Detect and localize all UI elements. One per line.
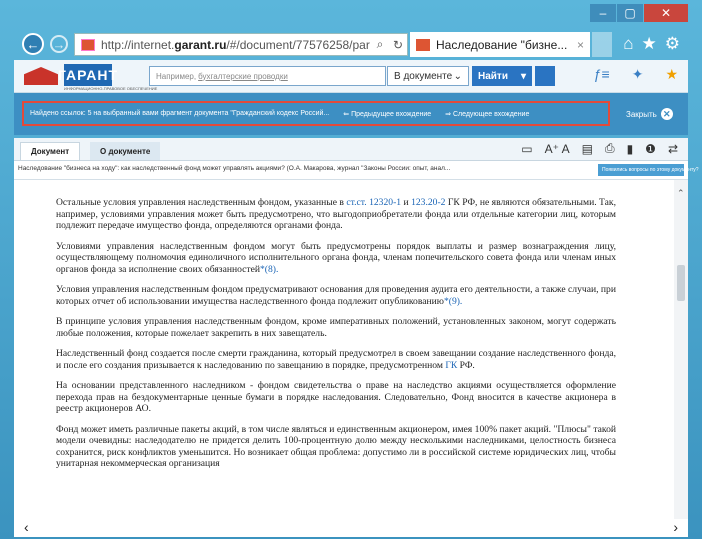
scrollbar-thumb[interactable] bbox=[677, 265, 685, 301]
print-icon[interactable]: ⎙ bbox=[605, 141, 615, 156]
dropdown-arrow-icon: ▾ bbox=[520, 70, 526, 82]
close-label: Закрыть bbox=[626, 109, 657, 119]
maximize-icon[interactable]: ▢ bbox=[617, 4, 643, 22]
article-link[interactable]: ст.ст. 12320-1 bbox=[346, 197, 401, 208]
gear-icon[interactable]: ⚙ bbox=[665, 34, 680, 54]
tab-document[interactable]: Документ bbox=[20, 142, 81, 160]
formula-icon[interactable]: ƒ≡ bbox=[594, 66, 610, 83]
found-links-message[interactable]: Найдено ссылок: 5 на выбранный вами фраг… bbox=[30, 110, 329, 117]
paragraph: Условия управления наследственным фондом… bbox=[56, 284, 616, 307]
paragraph: Условиями управления наследственным фонд… bbox=[56, 241, 616, 276]
garant-logo[interactable]: ГАРАНТ ИНФОРМАЦИОННО-ПРАВОВОЕ ОБЕСПЕЧЕНИ… bbox=[24, 64, 157, 91]
search-scope-select[interactable]: В документе ⌄ bbox=[387, 66, 469, 86]
bookmark-icon[interactable]: ▮ bbox=[627, 142, 634, 156]
document-tabs: Документ О документе ▭ A⁺ A ▤ ⎙ ▮ ❶ ⇄ bbox=[14, 138, 688, 161]
window-controls: – ▢ ✕ bbox=[590, 4, 688, 22]
next-occurrence-link[interactable]: ⇒ Следующее вхождение bbox=[445, 110, 529, 118]
paragraph: Наследственный фонд создается после смер… bbox=[56, 348, 616, 371]
back-icon[interactable]: ← bbox=[22, 33, 44, 55]
garant-toolbar: ГАРАНТ ИНФОРМАЦИОННО-ПРАВОВОЕ ОБЕСПЕЧЕНИ… bbox=[14, 60, 688, 93]
close-circle-icon: ✕ bbox=[660, 108, 673, 120]
find-options-button[interactable] bbox=[535, 66, 555, 86]
footnote-link[interactable]: *(9). bbox=[444, 296, 462, 307]
document-title: Наследование "бизнеса на ходу": как насл… bbox=[18, 165, 451, 172]
find-button[interactable]: Найти ▾ bbox=[472, 66, 532, 86]
ask-question-button[interactable]: Появились вопросы по этому документу? bbox=[598, 164, 699, 176]
minimize-icon[interactable]: – bbox=[590, 4, 616, 22]
paragraph: Остальные условия управления наследствен… bbox=[56, 197, 616, 232]
font-size-icon[interactable]: A⁺ A bbox=[545, 142, 570, 156]
print-preview-icon[interactable]: ▤ bbox=[582, 142, 593, 156]
paragraph-text: и bbox=[401, 197, 412, 208]
document-content: Остальные условия управления наследствен… bbox=[14, 180, 674, 519]
scroll-left-icon[interactable]: ‹ bbox=[24, 519, 29, 535]
address-bar[interactable]: http://internet.garant.ru/#/document/775… bbox=[74, 33, 408, 56]
ask-question-label: Появились вопросы по этому документу? bbox=[602, 167, 699, 173]
scroll-right-icon[interactable]: › bbox=[673, 519, 678, 535]
handshake-icon[interactable]: ✦ bbox=[632, 66, 644, 83]
tab-about-document[interactable]: О документе bbox=[90, 142, 161, 160]
address-row: ← → http://internet.garant.ru/#/document… bbox=[14, 30, 688, 60]
link-icon[interactable]: ▭ bbox=[521, 142, 532, 156]
logo-roof-icon bbox=[24, 67, 58, 85]
paragraph-text: РФ. bbox=[457, 359, 475, 371]
search-input[interactable]: Например, бухгалтерские проводки bbox=[149, 66, 386, 86]
paragraph-text: Условиями управления наследственным фонд… bbox=[56, 240, 616, 275]
paragraph-text: Условия управления наследственным фондом… bbox=[56, 284, 616, 307]
browser-window: – ▢ ✕ ← → http://internet.garant.ru/#/do… bbox=[0, 0, 702, 539]
home-icon[interactable]: ⌂ bbox=[623, 34, 633, 54]
vertical-scrollbar[interactable]: ⌃ bbox=[674, 180, 688, 519]
paragraph: В принципе условия управления наследстве… bbox=[56, 316, 616, 339]
footnote-link[interactable]: *(8). bbox=[260, 264, 278, 275]
horizontal-scrollbar[interactable]: ‹ › bbox=[14, 519, 688, 537]
browser-tab-active[interactable]: Наследование "бизне... × bbox=[410, 32, 590, 57]
garant-icons: ƒ≡ ✦ ★ bbox=[594, 66, 678, 83]
forward-icon[interactable]: → bbox=[50, 35, 68, 53]
document-tools: ▭ A⁺ A ▤ ⎙ ▮ ❶ ⇄ bbox=[521, 141, 678, 156]
paragraph-text: Наследственный фонд создается после смер… bbox=[56, 348, 616, 371]
close-found-bar-button[interactable]: Закрыть ✕ bbox=[626, 108, 673, 120]
logo-subtitle: ИНФОРМАЦИОННО-ПРАВОВОЕ ОБЕСПЕЧЕНИЕ bbox=[64, 86, 158, 91]
find-label: Найти bbox=[478, 70, 508, 82]
next-occurrence-label: Следующее вхождение bbox=[452, 110, 530, 118]
paragraph-text: Остальные условия управления наследствен… bbox=[56, 197, 347, 208]
previous-occurrence-label: Предыдущее вхождение bbox=[351, 110, 432, 118]
new-tab-button[interactable] bbox=[592, 32, 612, 57]
paragraph: На основании представленного наследником… bbox=[56, 380, 616, 414]
code-link[interactable]: ГК bbox=[445, 360, 457, 371]
refresh-icon[interactable]: ↻ bbox=[389, 38, 407, 52]
tab-close-icon[interactable]: × bbox=[577, 38, 584, 52]
found-links-bar: Найдено ссылок: 5 на выбранный вами фраг… bbox=[14, 93, 688, 135]
browser-toolbar: ⌂ ★ ⚙ bbox=[623, 34, 680, 54]
scope-label: В документе bbox=[394, 70, 453, 82]
info-icon[interactable]: ❶ bbox=[645, 142, 656, 156]
logo-text: ГАРАНТ bbox=[58, 64, 117, 86]
document-title-bar: Наследование "бизнеса на ходу": как насл… bbox=[14, 161, 699, 180]
paragraph: Фонд может иметь различные пакеты акций,… bbox=[56, 423, 616, 470]
site-favicon-icon bbox=[81, 38, 95, 51]
chevron-down-icon: ⌄ bbox=[453, 70, 462, 82]
tab-title: Наследование "бизне... bbox=[436, 37, 568, 52]
search-example-link[interactable]: бухгалтерские проводки bbox=[198, 72, 288, 81]
previous-occurrence-link[interactable]: ⇐ Предыдущее вхождение bbox=[343, 110, 431, 118]
found-links-highlight: Найдено ссылок: 5 на выбранный вами фраг… bbox=[22, 101, 610, 126]
share-icon[interactable]: ⇄ bbox=[668, 142, 678, 156]
article-link[interactable]: 123.20-2 bbox=[411, 197, 445, 208]
star-icon[interactable]: ★ bbox=[642, 34, 657, 54]
url-text[interactable]: http://internet.garant.ru/#/document/775… bbox=[101, 38, 371, 52]
favorites-star-icon[interactable]: ★ bbox=[665, 66, 678, 83]
close-icon[interactable]: ✕ bbox=[644, 4, 688, 22]
search-icon[interactable]: ⌕ bbox=[371, 37, 389, 52]
scroll-up-icon[interactable]: ⌃ bbox=[677, 188, 685, 199]
tab-favicon-icon bbox=[416, 38, 430, 51]
search-placeholder: Например, bbox=[156, 71, 197, 81]
